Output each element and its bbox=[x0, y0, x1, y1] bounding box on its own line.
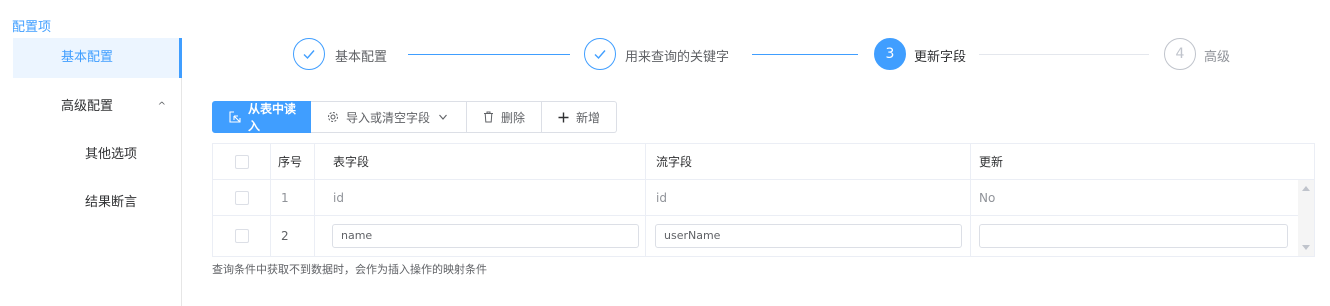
add-label: 新增 bbox=[576, 110, 601, 125]
delete-label: 删除 bbox=[501, 110, 526, 125]
row-update[interactable]: No bbox=[971, 180, 1298, 215]
read-from-table-label: 从表中读入 bbox=[248, 102, 297, 133]
step-4-number: 4 bbox=[1164, 38, 1196, 70]
row-stream-field[interactable]: id bbox=[646, 180, 971, 215]
select-all-checkbox[interactable] bbox=[235, 154, 249, 169]
column-header-update: 更新 bbox=[979, 155, 1004, 169]
trash-icon bbox=[483, 111, 494, 123]
delete-button[interactable]: 删除 bbox=[467, 101, 542, 133]
import-or-clear-dropdown[interactable]: 导入或清空字段 bbox=[311, 101, 467, 133]
table-scrollbar[interactable] bbox=[1298, 180, 1314, 256]
row-select-cell bbox=[213, 180, 271, 215]
sidebar-item-advanced-config[interactable]: 高级配置 ^ bbox=[13, 87, 182, 127]
chevron-up-icon: ^ bbox=[157, 101, 166, 112]
hint-text: 查询条件中获取不到数据时，会作为插入操作的映射条件 bbox=[212, 263, 487, 276]
row-table-field-cell: name bbox=[315, 216, 646, 256]
select-all-cell bbox=[213, 144, 271, 179]
row-update-cell bbox=[971, 216, 1298, 256]
table-field-input[interactable]: name bbox=[332, 224, 639, 248]
step-3-number: 3 bbox=[874, 38, 906, 70]
step-line bbox=[752, 54, 858, 55]
update-input[interactable] bbox=[979, 224, 1288, 248]
field-mapping-table: 序号 表字段 流字段 更新 1 id id No 2 name userName bbox=[212, 143, 1315, 257]
toolbar: 从表中读入 导入或清空字段 删除 新增 bbox=[212, 101, 617, 133]
step-4-title: 高级 bbox=[1204, 50, 1231, 65]
gear-icon bbox=[327, 111, 339, 123]
sidebar-item-label: 其他选项 bbox=[85, 147, 138, 162]
row-checkbox[interactable] bbox=[235, 190, 249, 205]
add-button[interactable]: 新增 bbox=[542, 101, 617, 133]
sidebar-menu: 基本配置 高级配置 ^ 其他选项 结果断言 bbox=[0, 38, 182, 306]
chevron-down-icon bbox=[438, 112, 448, 122]
column-header-table-field: 表字段 bbox=[315, 144, 646, 179]
scroll-down-arrow-icon[interactable] bbox=[1302, 245, 1310, 250]
plus-icon bbox=[558, 112, 569, 123]
row-stream-field-cell: userName bbox=[646, 216, 971, 256]
step-line bbox=[979, 54, 1149, 55]
row-checkbox[interactable] bbox=[235, 229, 249, 243]
sidebar-item-label: 结果断言 bbox=[85, 195, 138, 210]
column-header-index: 序号 bbox=[271, 144, 315, 179]
read-from-table-button[interactable]: 从表中读入 bbox=[212, 101, 311, 133]
row-table-field[interactable]: id bbox=[315, 180, 646, 215]
row-select-cell bbox=[213, 216, 271, 256]
table-row: 2 name userName bbox=[213, 216, 1314, 256]
section-title: 配置项 bbox=[12, 20, 52, 35]
row-index: 2 bbox=[271, 216, 315, 256]
sidebar-item-result-assertion[interactable]: 结果断言 bbox=[13, 183, 182, 223]
sidebar-item-label: 基本配置 bbox=[61, 50, 114, 65]
step-line bbox=[408, 54, 570, 55]
scroll-up-arrow-icon[interactable] bbox=[1302, 186, 1310, 191]
steps: 基本配置 用来查询的关键字 3 更新字段 4 高级 bbox=[293, 38, 1330, 72]
column-header-stream-field: 流字段 bbox=[646, 144, 971, 179]
step-1-title: 基本配置 bbox=[335, 50, 388, 65]
row-index: 1 bbox=[271, 180, 315, 215]
sidebar-item-other-options[interactable]: 其他选项 bbox=[13, 135, 182, 175]
step-3-title: 更新字段 bbox=[914, 50, 967, 65]
step-1-check-icon bbox=[293, 38, 325, 70]
step-2-check-icon bbox=[584, 38, 616, 70]
table-header-row: 序号 表字段 流字段 更新 bbox=[213, 144, 1314, 180]
select-icon bbox=[229, 111, 241, 123]
import-or-clear-label: 导入或清空字段 bbox=[346, 110, 431, 125]
table-row: 1 id id No bbox=[213, 180, 1314, 216]
sidebar-item-basic-config[interactable]: 基本配置 bbox=[13, 38, 182, 78]
stream-field-input[interactable]: userName bbox=[655, 224, 962, 248]
sidebar-item-label: 高级配置 bbox=[61, 99, 114, 114]
step-2-title: 用来查询的关键字 bbox=[625, 50, 730, 65]
